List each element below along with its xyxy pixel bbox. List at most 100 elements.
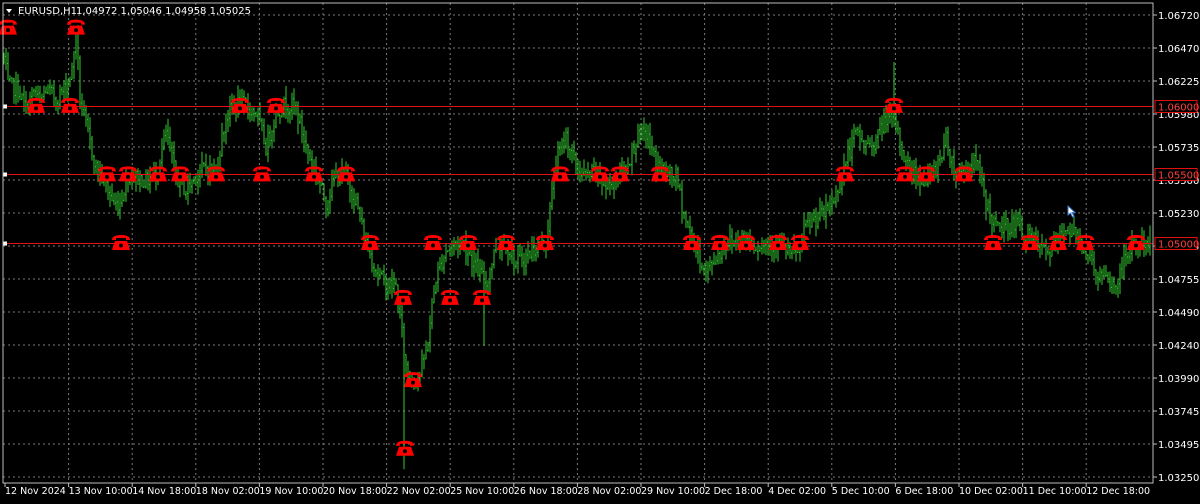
x-tick-label: 12 Nov 2024 — [5, 486, 66, 497]
phone-dial — [119, 243, 123, 248]
phone-marker-icon — [112, 235, 130, 250]
phone-marker-icon — [536, 235, 554, 250]
chart-area[interactable]: 1.06720 1.06470 1.06225 1.05980 1.05735 1.055… — [0, 0, 1200, 500]
x-tick-label: 4 Dec 02:00 — [768, 486, 826, 497]
phone-marker-icon — [404, 372, 422, 388]
y-tick-label: 1.06720 — [1158, 11, 1199, 22]
y-tick-label: 1.03495 — [1158, 440, 1199, 451]
phone-dial — [126, 174, 130, 179]
phone-dial — [448, 298, 452, 303]
phone-marker-icon — [591, 166, 609, 182]
phone-marker-icon — [551, 166, 569, 182]
phone-dial — [214, 174, 218, 179]
x-tick-label: 5 Dec 10:00 — [832, 486, 890, 497]
x-tick-label: 20 Nov 18:00 — [323, 486, 387, 497]
phone-marker-icon — [836, 166, 854, 182]
phone-dial — [274, 106, 278, 111]
phone-marker-icon — [791, 235, 809, 250]
phone-marker-icon — [737, 235, 755, 250]
level-handle[interactable] — [3, 104, 7, 109]
x-tick-label: 6 Dec 18:00 — [895, 486, 953, 497]
phone-marker-icon — [253, 166, 271, 182]
phone-marker-icon — [27, 97, 45, 113]
x-tick-label: 19 Nov 10:00 — [259, 486, 323, 497]
y-tick-label: 1.03745 — [1158, 407, 1199, 418]
x-tick-label: 22 Nov 02:00 — [387, 486, 451, 497]
phone-marker-icon — [441, 289, 459, 305]
phone-dial — [598, 174, 602, 179]
phone-dial — [431, 243, 435, 248]
phone-marker-icon — [149, 166, 167, 182]
phone-marker-icon — [337, 166, 355, 182]
phone-dial — [798, 243, 802, 248]
phone-marker-icon — [651, 166, 669, 182]
phone-dial — [718, 243, 722, 248]
phone-marker-icon — [611, 166, 629, 182]
level-label: 1.06000 — [1158, 103, 1199, 114]
y-tick-label: 1.03250 — [1158, 473, 1199, 484]
phone-dial — [105, 174, 109, 179]
y-tick-label: 1.04490 — [1158, 308, 1199, 319]
phone-dial — [1083, 243, 1087, 248]
phone-dial — [1134, 243, 1138, 248]
symbol-title: EURUSD,H1 — [18, 6, 77, 17]
time-axis[interactable]: 12 Nov 2024 13 Nov 10:00 14 Nov 18:00 18 No… — [4, 483, 1150, 497]
phone-marker-icon — [424, 235, 442, 250]
y-tick-label: 1.05735 — [1158, 143, 1199, 154]
phone-marker-icon — [1076, 235, 1094, 250]
phone-marker-icon — [473, 289, 491, 305]
phone-marker-icon — [896, 166, 914, 182]
phone-dial — [744, 243, 748, 248]
x-tick-label: 10 Dec 02:00 — [959, 486, 1023, 497]
phone-marker-icon — [231, 97, 249, 113]
phone-dial — [6, 28, 10, 33]
phone-dial — [368, 243, 372, 248]
level-handle[interactable] — [3, 241, 7, 246]
phone-dial — [1056, 243, 1060, 248]
phone-marker-icon — [119, 166, 137, 182]
chart-background — [0, 0, 1200, 500]
phone-dial — [156, 174, 160, 179]
phone-dial — [618, 174, 622, 179]
level-handle[interactable] — [3, 172, 7, 177]
x-tick-label: 18 Nov 02:00 — [196, 486, 260, 497]
phone-dial — [658, 174, 662, 179]
phone-marker-icon — [171, 166, 189, 182]
phone-marker-icon — [885, 97, 903, 113]
phone-dial — [504, 243, 508, 248]
phone-marker-icon — [769, 235, 787, 250]
phone-marker-icon — [207, 166, 225, 182]
y-tick-label: 1.06225 — [1158, 77, 1199, 88]
phone-dial — [34, 106, 38, 111]
phone-dial — [68, 106, 72, 111]
phone-marker-icon — [305, 166, 323, 182]
phone-dial — [690, 243, 694, 248]
phone-dial — [776, 243, 780, 248]
phone-marker-icon — [394, 289, 412, 305]
phone-dial — [924, 174, 928, 179]
phone-marker-icon — [459, 235, 477, 250]
level-label: 1.05000 — [1158, 240, 1199, 251]
phone-dial — [843, 174, 847, 179]
x-tick-label: 13 Nov 10:00 — [69, 486, 133, 497]
phone-dial — [480, 298, 484, 303]
phone-dial — [903, 174, 907, 179]
phone-dial — [991, 243, 995, 248]
phone-marker-icon — [61, 97, 79, 113]
phone-dial — [344, 174, 348, 179]
x-tick-label: 12 Dec 18:00 — [1086, 486, 1150, 497]
x-tick-label: 14 Nov 18:00 — [132, 486, 196, 497]
x-tick-label: 11 Dec 10:00 — [1023, 486, 1087, 497]
phone-dial — [238, 106, 242, 111]
phone-dial — [74, 28, 78, 33]
phone-dial — [403, 449, 407, 454]
price-chart[interactable]: 1.067201.064701.062251.059801.057351.055… — [0, 0, 1200, 500]
phone-marker-icon — [497, 235, 515, 250]
phone-dial — [962, 174, 966, 179]
phone-marker-icon — [396, 440, 414, 456]
phone-dial — [1028, 243, 1032, 248]
phone-dial — [892, 106, 896, 111]
ohlc-values: 1,04972 1,05046 1,04958 1,05025 — [76, 6, 251, 17]
y-tick-label: 1.06470 — [1158, 44, 1199, 55]
phone-marker-icon — [98, 166, 116, 182]
